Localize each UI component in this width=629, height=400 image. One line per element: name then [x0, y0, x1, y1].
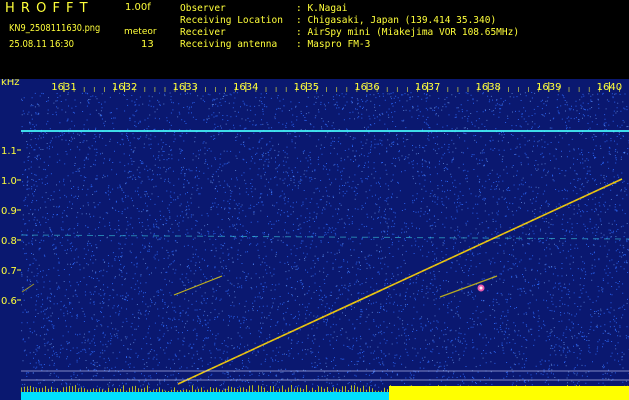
hroft-window: H R O F F T 1.00f KN9_2508111630.png met…: [0, 0, 629, 400]
time-tick-label: 1640: [597, 82, 622, 93]
info-label-observer: Observer: [180, 3, 226, 14]
freq-tick-label: 1.1: [1, 146, 17, 157]
date-time: 25.08.11 16:30: [9, 39, 75, 50]
spectrogram: 1631 1632 1633 1634 1635 1636 1637 1638 1639 1640…: [0, 79, 629, 400]
receive-band: [21, 392, 389, 400]
info-value-observer: : K.Nagai: [296, 3, 348, 14]
time-tick-label: 1638: [475, 82, 500, 93]
freq-unit-label: kHz: [1, 79, 20, 88]
time-tick-label: 1632: [112, 82, 137, 93]
info-label-location: Receiving Location: [180, 15, 283, 26]
time-tick-label: 1639: [536, 82, 561, 93]
info-label-receiver: Receiver: [180, 27, 226, 38]
freq-tick-label: 0.8: [1, 236, 17, 247]
time-tick-label: 1637: [415, 82, 440, 93]
info-value-receiver: : AirSpy mini (Miakejima VOR 108.65MHz): [296, 27, 520, 38]
version-label: 1.00f: [125, 2, 151, 13]
time-tick-label: 1635: [294, 82, 319, 93]
file-name: KN9_2508111630.png: [9, 23, 101, 34]
time-tick-label: 1631: [51, 82, 76, 93]
freq-tick-label: 0.6: [1, 296, 17, 307]
freq-tick-label: 0.7: [1, 266, 17, 277]
time-tick-label: 1634: [233, 82, 258, 93]
meteor-count: 13: [141, 39, 154, 50]
meteor-label: meteor: [124, 27, 157, 37]
time-tick-label: 1636: [354, 82, 379, 93]
info-value-antenna: : Maspro FM-3: [296, 39, 371, 50]
level-band: [389, 386, 629, 400]
freq-tick-label: 0.9: [1, 206, 17, 217]
info-value-location: : Chigasaki, Japan (139.414 35.340): [296, 15, 497, 26]
freq-tick-label: 1.0: [1, 176, 17, 187]
program-name: H R O F F T: [5, 1, 89, 16]
meteor-echo-core: [479, 286, 483, 290]
info-label-antenna: Receiving antenna: [180, 39, 278, 50]
time-tick-label: 1633: [172, 82, 197, 93]
